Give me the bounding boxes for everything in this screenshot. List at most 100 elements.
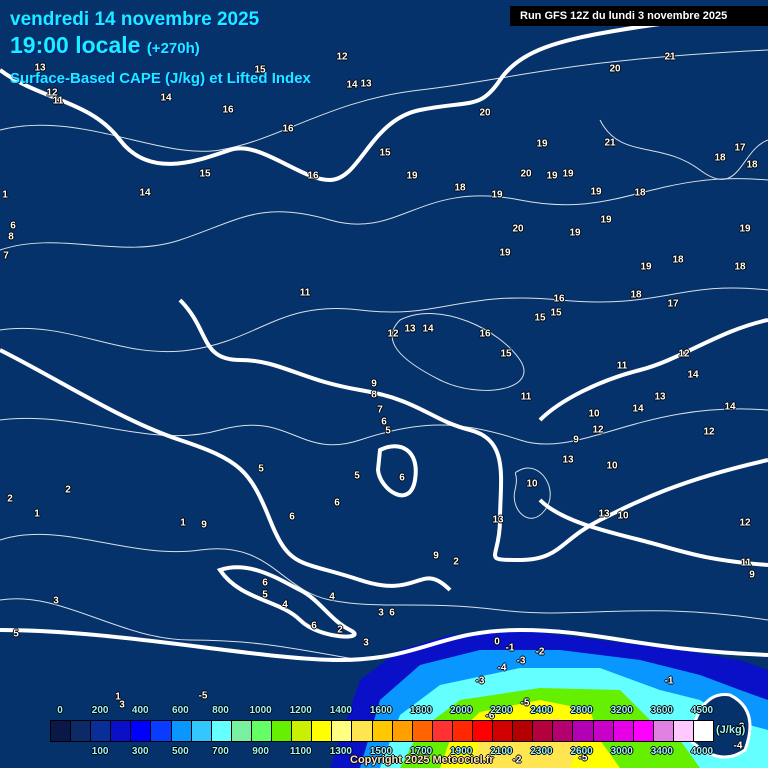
lifted-index-label: 9: [573, 434, 579, 446]
legend-swatch: [533, 721, 554, 741]
legend-swatch: [593, 721, 614, 741]
legend-tick-bottom: 500: [172, 746, 189, 757]
lifted-index-label: 14: [139, 187, 151, 199]
lifted-index-label: 6: [311, 620, 317, 632]
run-info: Run GFS 12Z du lundi 3 novembre 2025: [510, 6, 768, 26]
lifted-index-label: 19: [640, 261, 652, 273]
lifted-index-label: 1: [34, 508, 40, 520]
legend-tick-top: 2800: [570, 705, 593, 716]
lifted-index-label: -3: [516, 655, 526, 667]
lifted-index-label: 8: [371, 389, 377, 401]
lifted-index-label: 13: [492, 514, 504, 526]
lifted-index-label: 5: [13, 628, 19, 640]
legend-swatch: [231, 721, 252, 741]
legend-swatch: [272, 721, 293, 741]
legend-tick-top: 1600: [369, 705, 393, 716]
legend-tick-bottom: 3000: [610, 746, 633, 757]
lifted-index-label: 17: [734, 142, 746, 154]
legend-swatch: [312, 721, 333, 741]
legend-tick-top: 800: [212, 705, 229, 716]
weather-map: vendredi 14 novembre 2025 19:00 locale (…: [0, 0, 768, 768]
legend-tick-top: 1400: [329, 705, 352, 716]
lifted-index-label: 0: [494, 636, 500, 648]
lifted-index-label: 15: [254, 64, 266, 76]
lifted-index-label: 19: [562, 168, 574, 180]
lifted-index-label: -2: [535, 646, 545, 658]
lifted-index-label: 12: [387, 328, 399, 340]
legend-swatch: [51, 721, 72, 741]
lifted-index-label: 9: [371, 378, 377, 390]
lifted-index-label: 9: [749, 569, 755, 581]
legend-swatch: [372, 721, 393, 741]
lifted-index-label: 10: [588, 408, 600, 420]
lifted-index-label: 18: [714, 152, 726, 164]
lifted-index-label: 14: [632, 403, 644, 415]
legend-swatch: [653, 721, 674, 741]
forecast-date: vendredi 14 novembre 2025: [10, 9, 260, 30]
lifted-index-label: 7: [377, 404, 383, 416]
legend-swatch: [432, 721, 453, 741]
legend-tick-bottom: 900: [252, 746, 269, 757]
lifted-index-label: 19: [536, 138, 548, 150]
lifted-index-label: -5: [520, 697, 530, 709]
lifted-index-label: 9: [433, 550, 439, 562]
lifted-index-label: 19: [499, 247, 511, 259]
lifted-index-label: 14: [687, 369, 699, 381]
lifted-index-label: 14: [346, 79, 358, 91]
lifted-index-label: 16: [553, 293, 565, 305]
legend-swatch: [412, 721, 433, 741]
lifted-index-label: 19: [569, 227, 581, 239]
lifted-index-label: 4: [329, 591, 335, 603]
lifted-index-label: 13: [598, 508, 610, 520]
legend-swatch: [131, 721, 152, 741]
forecast-hour: 19:00 locale: [10, 32, 141, 58]
legend-tick-top: 2000: [450, 705, 473, 716]
lifted-index-label: 21: [604, 137, 616, 149]
legend-unit: (J/kg): [716, 724, 746, 736]
lifted-index-label: 16: [479, 328, 491, 340]
legend-swatch: [553, 721, 574, 741]
copyright: Copyright 2025 Meteociel.fr: [350, 754, 494, 766]
lifted-index-label: 20: [512, 223, 524, 235]
legend-tick-top: 3200: [610, 705, 633, 716]
legend-swatch: [513, 721, 534, 741]
lifted-index-label: 18: [746, 159, 758, 171]
forecast-time: 19:00 locale (+270h): [10, 32, 200, 59]
lifted-index-label: 20: [609, 63, 621, 75]
lifted-index-label: 6: [262, 577, 268, 589]
lifted-index-label: 7: [3, 250, 9, 262]
legend-swatch: [472, 721, 494, 741]
legend-swatch: [392, 721, 413, 741]
lifted-index-label: 18: [634, 187, 646, 199]
lifted-index-label: 20: [520, 168, 532, 180]
lifted-index-label: 13: [404, 323, 416, 335]
legend-swatch: [151, 721, 172, 741]
legend-swatch: [332, 721, 353, 741]
legend-swatch: [191, 721, 212, 741]
lifted-index-label: 16: [307, 170, 319, 182]
lifted-index-label: 18: [672, 254, 684, 266]
legend-tick-top: 1200: [289, 705, 312, 716]
legend-swatch: [573, 721, 594, 741]
lifted-index-label: 3: [53, 595, 59, 607]
lifted-index-label: 3: [378, 607, 384, 619]
lifted-index-label: 8: [8, 231, 14, 243]
lifted-index-label: 14: [724, 401, 736, 413]
legend-tick-bottom: 1100: [289, 746, 312, 757]
legend-swatch: [211, 721, 232, 741]
lifted-index-label: 11: [520, 391, 532, 403]
lifted-index-label: 1: [2, 189, 8, 201]
lifted-index-label: 13: [562, 454, 574, 466]
thin-contours: [0, 49, 768, 661]
lifted-index-label: 11: [616, 360, 628, 372]
lifted-index-label: 19: [600, 214, 612, 226]
lifted-index-label: 16: [222, 104, 234, 116]
legend-tick-top: 1000: [249, 705, 272, 716]
lifted-index-label: 10: [606, 460, 618, 472]
lifted-index-label: 21: [664, 51, 676, 63]
thick-contours: [0, 8, 768, 663]
lifted-index-label: 15: [199, 168, 211, 180]
legend-swatch: [292, 721, 313, 741]
lifted-index-label: -1: [664, 675, 674, 687]
lifted-index-label: -1: [505, 642, 515, 654]
